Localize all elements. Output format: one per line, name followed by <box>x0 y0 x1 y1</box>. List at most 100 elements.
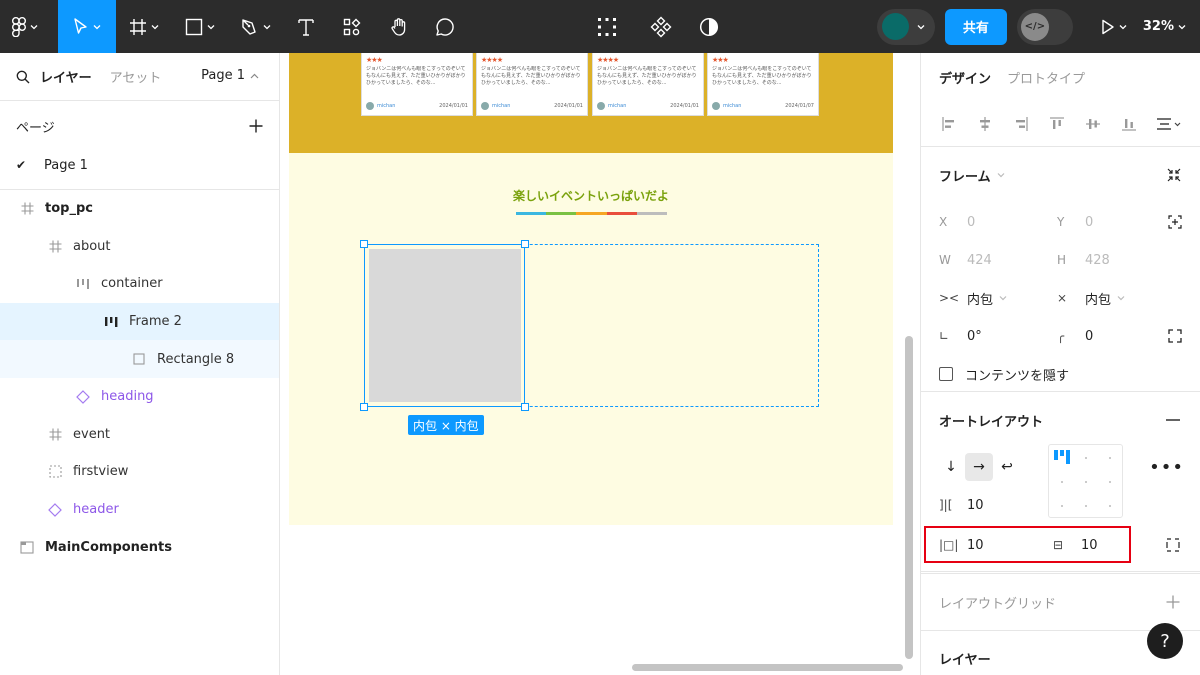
alignment-dot[interactable] <box>1109 505 1111 507</box>
present-button[interactable] <box>1091 0 1137 53</box>
hand-tool-button[interactable] <box>376 0 422 53</box>
move-tool-button[interactable] <box>58 0 116 53</box>
independent-corners-icon[interactable] <box>1168 329 1182 343</box>
individual-padding-icon[interactable] <box>1166 538 1180 552</box>
w-value[interactable]: 424 <box>967 253 992 268</box>
alignment-dot[interactable] <box>1109 481 1111 483</box>
distribute-menu-icon[interactable] <box>1153 116 1185 132</box>
alignment-dot[interactable] <box>1061 481 1063 483</box>
multiplayer-avatar[interactable] <box>876 8 935 45</box>
position-row: X 0 Y0 <box>921 203 1200 241</box>
horizontal-scrollbar[interactable] <box>632 664 903 671</box>
layer-top-pc[interactable]: top_pc <box>0 190 279 228</box>
review-card[interactable]: ★★★ ジョバンニは何べんも眼をこすってのぞいてもなんにも見えず、ただ重いひかり… <box>361 53 473 116</box>
alignment-dot[interactable] <box>1085 505 1087 507</box>
frame-2-selection[interactable] <box>364 244 525 407</box>
zoom-control[interactable]: 32% <box>1143 19 1186 34</box>
frame-tool-button[interactable] <box>116 0 172 53</box>
alignment-dot[interactable] <box>1085 457 1087 459</box>
align-left-icon[interactable] <box>937 116 961 132</box>
resources-button[interactable] <box>328 0 376 53</box>
component-button[interactable] <box>637 0 685 53</box>
height-mode-field[interactable]: ⨯ 内包 <box>1057 289 1125 308</box>
h-field[interactable]: H 428 <box>1057 253 1110 268</box>
clip-content-checkbox[interactable] <box>939 367 953 381</box>
align-center-vertical-icon[interactable] <box>1081 116 1105 132</box>
review-text: ジョバンニは何べんも眼をこすってのぞいてもなんにも見えず、ただ重いひかりがぼかり… <box>366 66 466 86</box>
layer-header[interactable]: header <box>0 491 279 529</box>
review-card[interactable]: ★★★★ ジョバンニは何べんも眼をこすってのぞいてもなんにも見えず、ただ重いひか… <box>592 53 704 116</box>
layout-grid-button[interactable] <box>591 0 622 53</box>
layer-label: MainComponents <box>45 539 172 555</box>
align-right-icon[interactable] <box>1009 116 1033 132</box>
alignment-dot[interactable] <box>1109 457 1111 459</box>
layer-about[interactable]: about <box>0 228 279 266</box>
collapse-arrows-icon[interactable] <box>1166 167 1182 183</box>
tab-prototype[interactable]: プロトタイプ <box>1007 68 1085 87</box>
constraints-icon[interactable] <box>1168 215 1182 229</box>
layer-rectangle-8[interactable]: Rectangle 8 <box>0 340 279 378</box>
comment-tool-button[interactable] <box>422 0 468 53</box>
horizontal-padding-field[interactable]: |□| 10 <box>939 531 984 559</box>
gap-value[interactable]: 10 <box>967 498 984 513</box>
corner-radius-field[interactable]: ╭ 0 <box>1057 329 1093 344</box>
main-menu-button[interactable] <box>0 0 50 53</box>
review-card[interactable]: ★★★★ ジョバンニは何べんも眼をこすってのぞいてもなんにも見えず、ただ重いひか… <box>476 53 588 116</box>
align-top-icon[interactable] <box>1045 116 1069 132</box>
y-field[interactable]: Y0 <box>1057 215 1093 230</box>
add-layout-grid-icon[interactable] <box>1166 595 1180 609</box>
layer-event[interactable]: event <box>0 416 279 454</box>
alignment-dot[interactable] <box>1061 505 1063 507</box>
vertical-padding-field[interactable]: ⊟ 10 <box>1053 531 1098 559</box>
review-text: ジョバンニは何べんも眼をこすってのぞいてもなんにも見えず、ただ重いひかりがぼかり… <box>481 66 581 86</box>
align-center-horizontal-icon[interactable] <box>973 116 997 132</box>
review-date: 2024/01/07 <box>785 103 814 109</box>
vertical-scrollbar[interactable] <box>905 336 913 659</box>
resize-handle[interactable] <box>360 403 368 411</box>
width-mode-select[interactable]: 内包 <box>967 289 993 308</box>
layer-frame-2[interactable]: Frame 2 <box>0 302 279 341</box>
right-panel: デザイン プロトタイプ フレーム X 0 Y0 W 424 H 428 >< 内… <box>920 53 1200 675</box>
search-icon[interactable] <box>16 70 30 84</box>
x-value[interactable]: 0 <box>967 215 975 230</box>
layer-container[interactable]: container <box>0 265 279 303</box>
page-selector[interactable]: Page 1 <box>201 68 259 83</box>
instance-icon <box>73 389 93 405</box>
dev-mode-toggle[interactable]: </> <box>1016 8 1073 45</box>
tab-design[interactable]: デザイン <box>939 68 991 87</box>
horizontal-direction-button[interactable]: → <box>965 453 993 481</box>
tab-assets[interactable]: アセット <box>110 67 162 86</box>
chevron-down-icon <box>1117 296 1125 301</box>
rotation-value[interactable]: 0° <box>967 329 982 344</box>
share-button[interactable]: 共有 <box>944 8 1007 45</box>
resize-handle[interactable] <box>521 403 529 411</box>
vertical-direction-button[interactable]: ↓ <box>937 453 965 481</box>
alignment-grid[interactable] <box>1048 444 1123 518</box>
add-page-icon[interactable] <box>249 119 263 133</box>
remove-auto-layout-icon[interactable] <box>1166 419 1180 421</box>
alignment-dot[interactable] <box>1085 481 1087 483</box>
wrap-direction-button[interactable]: ↩ <box>993 453 1021 481</box>
shape-tool-button[interactable] <box>172 0 228 53</box>
help-button[interactable]: ? <box>1147 623 1183 659</box>
review-card[interactable]: ★★★ ジョバンニは何べんも眼をこすってのぞいてもなんにも見えず、ただ重いひかり… <box>707 53 819 116</box>
pen-tool-button[interactable] <box>228 0 284 53</box>
canvas[interactable]: ★★★ ジョバンニは何べんも眼をこすってのぞいてもなんにも見えず、ただ重いひかり… <box>280 53 920 675</box>
layer-main-components[interactable]: MainComponents <box>0 528 279 566</box>
event-heading[interactable]: 楽しいイベントいっぱいだよ <box>289 187 893 204</box>
frame-title[interactable]: フレーム <box>939 166 1005 185</box>
page-item[interactable]: ✔ Page 1 <box>0 151 279 179</box>
layer-heading[interactable]: heading <box>0 378 279 416</box>
text-tool-button[interactable] <box>284 0 328 53</box>
frame-icon <box>45 426 65 442</box>
grid-dots-icon <box>597 17 616 36</box>
chevron-down-icon <box>999 296 1007 301</box>
align-bottom-icon[interactable] <box>1117 116 1141 132</box>
mask-button[interactable] <box>685 0 733 53</box>
x-label: X <box>939 215 948 229</box>
more-options-icon[interactable]: ••• <box>1149 457 1184 478</box>
layer-firstview[interactable]: firstview <box>0 453 279 491</box>
resize-handle[interactable] <box>360 240 368 248</box>
tab-layers[interactable]: レイヤー <box>40 67 92 86</box>
resize-handle[interactable] <box>521 240 529 248</box>
